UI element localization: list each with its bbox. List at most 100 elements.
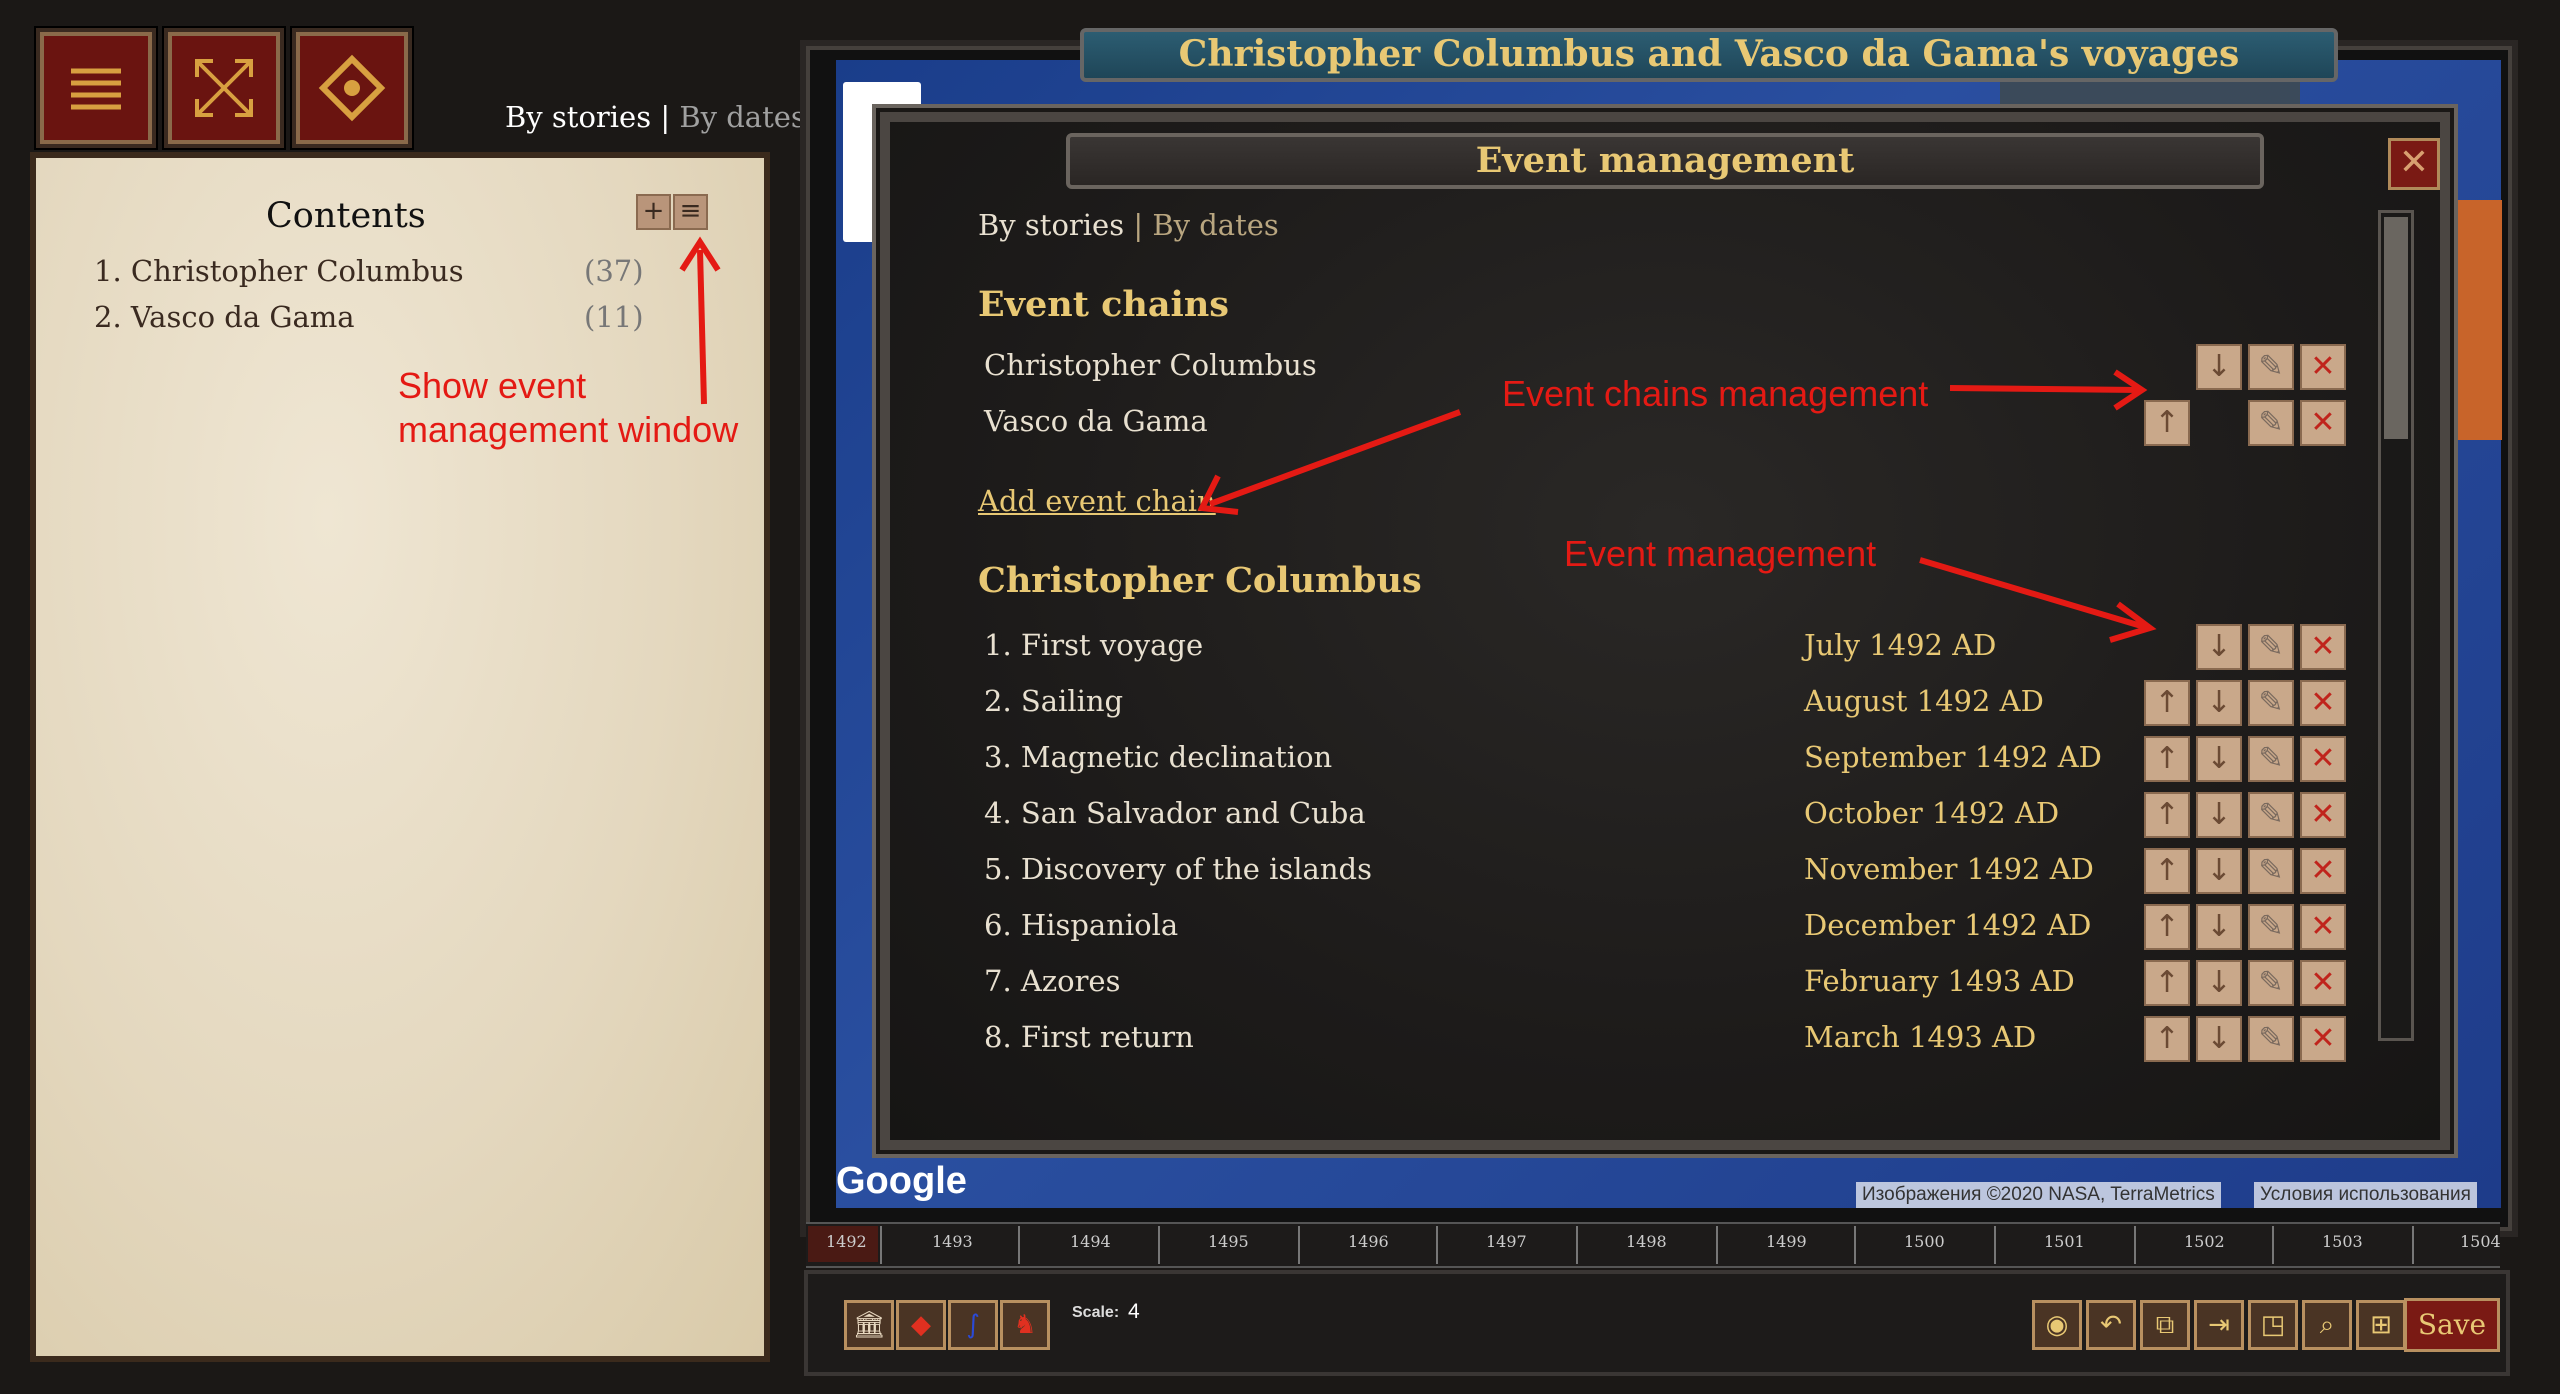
move-up-button[interactable]: ↑	[2144, 960, 2190, 1006]
battle-layer-button[interactable]: ♞	[1000, 1300, 1050, 1350]
scrollbar-thumb[interactable]	[2384, 217, 2408, 439]
timeline-tick	[1854, 1226, 1856, 1264]
edit-button[interactable]: ✎	[2248, 400, 2294, 446]
move-down-button[interactable]: ↓	[2196, 680, 2242, 726]
event-date: October 1492 AD	[1804, 796, 2060, 830]
delete-button[interactable]: ✕	[2300, 344, 2346, 390]
museum-layer-button[interactable]: 🏛	[844, 1300, 894, 1350]
delete-button[interactable]: ✕	[2300, 792, 2346, 838]
by-dates-link[interactable]: By dates	[679, 100, 805, 134]
fullscreen-button[interactable]	[164, 28, 284, 148]
map-terms-link[interactable]: Условия использования	[2254, 1182, 2477, 1208]
timeline-year: 1499	[1766, 1232, 1807, 1251]
close-icon: ✕	[2398, 142, 2430, 183]
museum-icon: 🏛	[852, 1310, 886, 1340]
by-stories-link[interactable]: By stories	[505, 100, 651, 134]
delete-button[interactable]: ✕	[2300, 904, 2346, 950]
record-button[interactable]: ◉	[2032, 1300, 2082, 1350]
modal-scrollbar[interactable]	[2378, 210, 2414, 1041]
frame-icon: ◳	[2260, 1310, 2286, 1340]
move-up-button[interactable]: ↑	[2144, 792, 2190, 838]
move-down-button[interactable]: ↓	[2196, 848, 2242, 894]
arrow-up-icon: ↑	[2154, 965, 2180, 1000]
import-button[interactable]: ⇥	[2194, 1300, 2244, 1350]
timeline-year: 1496	[1348, 1232, 1389, 1251]
edit-button[interactable]: ✎	[2248, 680, 2294, 726]
move-down-button[interactable]: ↓	[2196, 904, 2242, 950]
search-button[interactable]: ⌕	[2302, 1300, 2352, 1350]
event-item: 4. San Salvador and Cuba	[984, 796, 1366, 830]
delete-button[interactable]: ✕	[2300, 848, 2346, 894]
by-dates-link[interactable]: By dates	[1152, 208, 1278, 242]
delete-button[interactable]: ✕	[2300, 736, 2346, 782]
timeline-year: 1503	[2322, 1232, 2363, 1251]
eye-icon	[318, 54, 386, 122]
target-icon: ◉	[2045, 1310, 2069, 1340]
move-up-button[interactable]: ↑	[2144, 1016, 2190, 1062]
annotation-arrow	[679, 236, 721, 405]
move-down-button[interactable]: ↓	[2196, 1016, 2242, 1062]
move-down-button[interactable]: ↓	[2196, 344, 2242, 390]
delete-button[interactable]: ✕	[2300, 624, 2346, 670]
edit-button[interactable]: ✎	[2248, 792, 2294, 838]
menu-button[interactable]	[36, 28, 156, 148]
event-item: 7. Azores	[984, 964, 1121, 998]
delete-icon: ✕	[2310, 405, 2336, 440]
delete-icon: ✕	[2310, 629, 2336, 664]
event-management-toggle[interactable]: + ≡	[636, 194, 708, 230]
frame-button[interactable]: ◳	[2248, 1300, 2298, 1350]
move-down-button[interactable]: ↓	[2196, 960, 2242, 1006]
toc-item-da-gama[interactable]: 2. Vasco da Gama	[94, 300, 355, 334]
by-stories-link[interactable]: By stories	[978, 208, 1124, 242]
pencil-icon: ✎	[2258, 741, 2284, 776]
event-date: March 1493 AD	[1804, 1020, 2037, 1054]
edit-button[interactable]: ✎	[2248, 344, 2294, 390]
save-button[interactable]: Save	[2404, 1298, 2500, 1352]
copy-button[interactable]: ⧉	[2140, 1300, 2190, 1350]
edit-button[interactable]: ✎	[2248, 904, 2294, 950]
edit-button[interactable]: ✎	[2248, 624, 2294, 670]
move-up-button[interactable]: ↑	[2144, 848, 2190, 894]
edit-button[interactable]: ✎	[2248, 1016, 2294, 1062]
login-icon: ⇥	[2208, 1310, 2230, 1340]
timeline-year: 1500	[1904, 1232, 1945, 1251]
delete-button[interactable]: ✕	[2300, 680, 2346, 726]
view-button[interactable]	[292, 28, 412, 148]
undo-button[interactable]: ↶	[2086, 1300, 2136, 1350]
scale-value: 4	[1128, 1300, 1140, 1323]
move-down-button[interactable]: ↓	[2196, 624, 2242, 670]
event-item: 3. Magnetic declination	[984, 740, 1333, 774]
move-up-button[interactable]: ↑	[2144, 904, 2190, 950]
delete-button[interactable]: ✕	[2300, 960, 2346, 1006]
pencil-icon: ✎	[2258, 853, 2284, 888]
move-down-button[interactable]: ↓	[2196, 792, 2242, 838]
event-item: 2. Sailing	[984, 684, 1124, 718]
grid-button[interactable]: ⊞	[2356, 1300, 2406, 1350]
delete-icon: ✕	[2310, 965, 2336, 1000]
arrow-down-icon: ↓	[2206, 629, 2232, 664]
timeline-tick	[880, 1226, 882, 1264]
modal-view-toggle: By stories | By dates	[978, 208, 1279, 242]
timeline-year: 1494	[1070, 1232, 1111, 1251]
close-button[interactable]: ✕	[2388, 138, 2440, 190]
event-date: November 1492 AD	[1804, 852, 2094, 886]
edit-button[interactable]: ✎	[2248, 736, 2294, 782]
move-down-button[interactable]: ↓	[2196, 736, 2242, 782]
delete-icon: ✕	[2310, 741, 2336, 776]
delete-button[interactable]: ✕	[2300, 400, 2346, 446]
arrow-up-icon: ↑	[2154, 909, 2180, 944]
timeline-year: 1504	[2460, 1232, 2501, 1251]
toc-item-columbus[interactable]: 1. Christopher Columbus	[94, 254, 464, 288]
edit-button[interactable]: ✎	[2248, 848, 2294, 894]
delete-button[interactable]: ✕	[2300, 1016, 2346, 1062]
delete-icon: ✕	[2310, 1021, 2336, 1056]
arrow-down-icon: ↓	[2206, 349, 2232, 384]
timeline-year: 1497	[1486, 1232, 1527, 1251]
move-up-button[interactable]: ↑	[2144, 736, 2190, 782]
river-layer-button[interactable]: ∫	[948, 1300, 998, 1350]
expand-icon	[195, 59, 253, 117]
edit-button[interactable]: ✎	[2248, 960, 2294, 1006]
territory-layer-button[interactable]: ◆	[896, 1300, 946, 1350]
delete-icon: ✕	[2310, 685, 2336, 720]
move-up-button[interactable]: ↑	[2144, 680, 2190, 726]
